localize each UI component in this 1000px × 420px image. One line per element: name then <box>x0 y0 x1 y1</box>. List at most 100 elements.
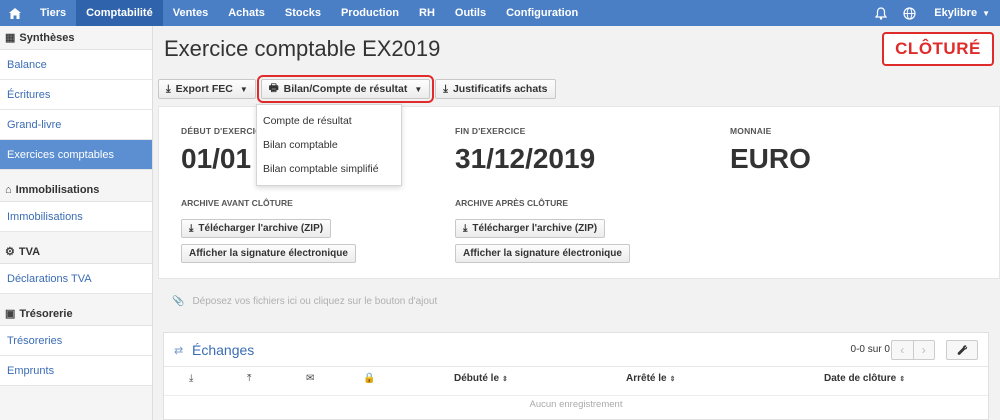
nav-comptabilite[interactable]: Comptabilité <box>76 0 163 26</box>
gear-icon: ⚙ <box>5 246 15 258</box>
sidebar-item-grand-livre[interactable]: Grand-livre <box>0 110 152 140</box>
column-debute-le[interactable]: Débuté le ⇕ <box>454 373 508 384</box>
archive-avant-label: ARCHIVE AVANT CLÔTURE <box>181 198 293 208</box>
download-icon: ⤓ <box>189 223 194 234</box>
wrench-icon[interactable] <box>946 340 978 360</box>
bilan-dropdown-menu: Compte de résultat Bilan comptable Bilan… <box>256 104 402 186</box>
fin-label: FIN D'EXERCICE <box>455 126 526 136</box>
home-icon[interactable] <box>0 0 30 26</box>
download-icon: ⤓ <box>189 373 194 384</box>
nav-outils[interactable]: Outils <box>445 0 496 26</box>
menu-item-bilan-comptable[interactable]: Bilan comptable <box>257 133 401 157</box>
nav-achats[interactable]: Achats <box>218 0 275 26</box>
download-archive-apres-button[interactable]: ⤓ Télécharger l'archive (ZIP) <box>455 219 606 238</box>
sidebar-item-ecritures[interactable]: Écritures <box>0 80 152 110</box>
sidebar-item-declarations-tva[interactable]: Déclarations TVA <box>0 264 152 294</box>
bell-icon[interactable] <box>867 0 895 26</box>
sidebar-section-label: Immobilisations <box>15 183 100 196</box>
paperclip-icon: 📎 <box>172 295 185 307</box>
export-fec-label: Export FEC <box>175 83 233 95</box>
upload-icon: ⤒ <box>247 373 252 384</box>
justificatifs-label: Justificatifs achats <box>452 83 548 95</box>
sidebar-section-immobilisations: ⌂ Immobilisations <box>0 178 152 202</box>
column-label: Arrêté le <box>626 373 667 384</box>
sidebar-section-label: TVA <box>18 245 41 258</box>
bilan-compte-resultat-button[interactable]: 🖶 Bilan/Compte de résultat ▼ <box>256 75 435 103</box>
sidebar-item-balance[interactable]: Balance <box>0 50 152 80</box>
sidebar-item-emprunts[interactable]: Emprunts <box>0 356 152 386</box>
sidebar-item-tresoreries[interactable]: Trésoreries <box>0 326 152 356</box>
chevron-right-icon[interactable]: › <box>914 341 935 359</box>
nav-configuration[interactable]: Configuration <box>496 0 588 26</box>
caret-down-icon: ▼ <box>239 84 248 94</box>
globe-icon[interactable] <box>895 0 924 26</box>
file-dropzone[interactable]: 📎 Déposez vos fichiers ici ou cliquez su… <box>158 279 1000 323</box>
caret-down-icon: ▼ <box>414 84 423 94</box>
menu-item-bilan-simplifie[interactable]: Bilan comptable simplifié <box>257 157 401 181</box>
nav-rh[interactable]: RH <box>409 0 445 26</box>
house-icon: ⌂ <box>5 183 12 196</box>
chevron-left-icon[interactable]: ‹ <box>892 341 914 359</box>
signature-label: Afficher la signature électronique <box>189 248 348 259</box>
fin-value: 31/12/2019 <box>455 143 596 174</box>
monnaie-value: EURO <box>730 143 811 174</box>
download-icon: ⤓ <box>443 82 448 95</box>
download-icon: ⤓ <box>463 223 468 234</box>
download-archive-label: Télécharger l'archive (ZIP) <box>472 223 598 234</box>
sidebar-section-syntheses: ▦ Synthèses <box>0 26 152 50</box>
column-label: Débuté le <box>454 373 500 384</box>
signature-apres-button[interactable]: Afficher la signature électronique <box>455 244 630 263</box>
empty-message: Aucun enregistrement <box>164 395 988 410</box>
exchange-arrows-icon: ⇄ <box>174 345 184 357</box>
table-icon: ▦ <box>5 32 16 44</box>
exchanges-panel: ⇄ Échanges 0-0 sur 0 ‹ › ⤓ ⤒ ✉ 🔒 Débuté … <box>163 332 989 420</box>
archive-apres-label: ARCHIVE APRÈS CLÔTURE <box>455 198 569 208</box>
sidebar-gap <box>0 170 152 178</box>
user-name: Ekylibre <box>934 7 978 19</box>
toolbar: ⤓ Export FEC ▼ 🖶 Bilan/Compte de résulta… <box>158 75 556 103</box>
sidebar-item-exercices-comptables[interactable]: Exercices comptables <box>0 140 152 170</box>
sort-icon: ⇕ <box>899 375 906 383</box>
sidebar-item-immobilisations[interactable]: Immobilisations <box>0 202 152 232</box>
pagination-controls: ‹ › <box>891 340 935 360</box>
main-content: Exercice comptable EX2019 CLÔTURÉ ⤓ Expo… <box>153 26 1000 420</box>
exchanges-header: ⇄ Échanges 0-0 sur 0 ‹ › <box>164 333 988 367</box>
sidebar-section-label: Trésorerie <box>19 307 73 320</box>
nav-tiers[interactable]: Tiers <box>30 0 76 26</box>
justificatifs-achats-button[interactable]: ⤓ Justificatifs achats <box>435 79 556 99</box>
sidebar-section-label: Synthèses <box>19 31 75 44</box>
menu-item-compte-resultat[interactable]: Compte de résultat <box>257 109 401 133</box>
dropzone-text: Déposez vos fichiers ici ou cliquez sur … <box>192 295 438 307</box>
column-arrete-le[interactable]: Arrêté le ⇕ <box>626 373 675 384</box>
nav-ventes[interactable]: Ventes <box>163 0 218 26</box>
signature-avant-button[interactable]: Afficher la signature électronique <box>181 244 356 263</box>
column-date-cloture[interactable]: Date de clôture ⇕ <box>824 373 905 384</box>
export-fec-button[interactable]: ⤓ Export FEC ▼ <box>158 79 256 99</box>
sidebar-section-tresorerie: ▣ Trésorerie <box>0 302 152 326</box>
lock-icon: 🔒 <box>363 373 376 384</box>
nav-stocks[interactable]: Stocks <box>275 0 331 26</box>
pagination-count: 0-0 sur 0 <box>850 344 890 355</box>
money-icon: ▣ <box>5 308 16 320</box>
user-menu[interactable]: Ekylibre ▼ <box>924 0 1000 26</box>
monnaie-label: MONNAIE <box>730 126 772 136</box>
nav-production[interactable]: Production <box>331 0 409 26</box>
download-archive-avant-button[interactable]: ⤓ Télécharger l'archive (ZIP) <box>181 219 332 238</box>
signature-label: Afficher la signature électronique <box>463 248 622 259</box>
bilan-label: Bilan/Compte de résultat <box>283 83 408 95</box>
chevron-down-icon: ▼ <box>982 8 990 18</box>
sidebar-gap <box>0 232 152 240</box>
status-badge: CLÔTURÉ <box>882 32 994 66</box>
envelope-icon: ✉ <box>306 373 315 384</box>
download-archive-label: Télécharger l'archive (ZIP) <box>198 223 324 234</box>
sidebar-section-tva: ⚙ TVA <box>0 240 152 264</box>
sort-icon: ⇕ <box>669 375 676 383</box>
top-navigation: Tiers Comptabilité Ventes Achats Stocks … <box>0 0 1000 26</box>
sort-icon: ⇕ <box>502 375 508 383</box>
debut-label: DÉBUT D'EXERCICE <box>181 126 268 136</box>
page-title: Exercice comptable EX2019 <box>164 36 441 61</box>
sidebar: ▦ Synthèses Balance Écritures Grand-livr… <box>0 26 153 420</box>
debut-value: 01/01 <box>181 143 252 174</box>
column-label: Date de clôture <box>824 373 897 384</box>
